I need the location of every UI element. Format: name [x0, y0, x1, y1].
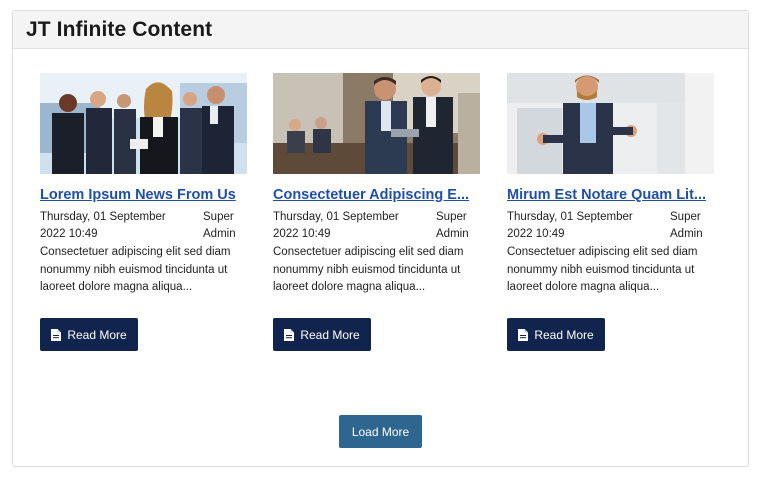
document-icon — [51, 328, 62, 341]
article-image[interactable] — [507, 73, 714, 174]
read-more-label: Read More — [67, 327, 127, 342]
article-card: Lorem Ipsum News From Us Thursday, 01 Se… — [40, 73, 247, 351]
article-date: Thursday, 01 September 2022 10:49 — [40, 211, 166, 240]
article-title-link[interactable]: Mirum Est Notare Quam Lit... — [507, 187, 714, 203]
read-more-button[interactable]: Read More — [40, 318, 138, 351]
article-title-link[interactable]: Consectetuer Adipiscing E... — [273, 187, 480, 203]
article-card: Consectetuer Adipiscing E... Thursday, 0… — [273, 73, 480, 351]
article-excerpt: Consectetuer adipiscing elit sed diam no… — [507, 246, 698, 293]
document-icon — [284, 328, 295, 341]
businessman-photo-icon — [507, 73, 714, 174]
article-excerpt: Consectetuer adipiscing elit sed diam no… — [273, 246, 464, 293]
article-meta: Thursday, 01 September 2022 10:49 Super … — [40, 209, 247, 243]
article-author: Super Admin — [203, 211, 236, 240]
module-title: JT Infinite Content — [26, 18, 213, 41]
article-meta: Thursday, 01 September 2022 10:49 Super … — [273, 209, 480, 243]
load-more-button[interactable]: Load More — [339, 415, 422, 448]
article-card: Mirum Est Notare Quam Lit... Thursday, 0… — [507, 73, 714, 351]
article-image[interactable] — [40, 73, 247, 174]
article-date: Thursday, 01 September 2022 10:49 — [507, 211, 633, 240]
article-meta: Thursday, 01 September 2022 10:49 Super … — [507, 209, 714, 243]
read-more-button[interactable]: Read More — [273, 318, 371, 351]
article-author: Super Admin — [436, 211, 469, 240]
module-header: JT Infinite Content — [13, 11, 748, 49]
meeting-photo-icon — [273, 73, 480, 174]
business-team-photo-icon — [40, 73, 247, 174]
article-title-link[interactable]: Lorem Ipsum News From Us — [40, 187, 247, 203]
article-excerpt: Consectetuer adipiscing elit sed diam no… — [40, 246, 231, 293]
read-more-label: Read More — [300, 327, 360, 342]
infinite-content-module: JT Infinite Content Lorem Ipsum News Fro… — [12, 10, 749, 467]
article-date: Thursday, 01 September 2022 10:49 — [273, 211, 399, 240]
read-more-button[interactable]: Read More — [507, 318, 605, 351]
article-image[interactable] — [273, 73, 480, 174]
document-icon — [518, 328, 529, 341]
article-author: Super Admin — [670, 211, 703, 240]
read-more-label: Read More — [534, 327, 594, 342]
